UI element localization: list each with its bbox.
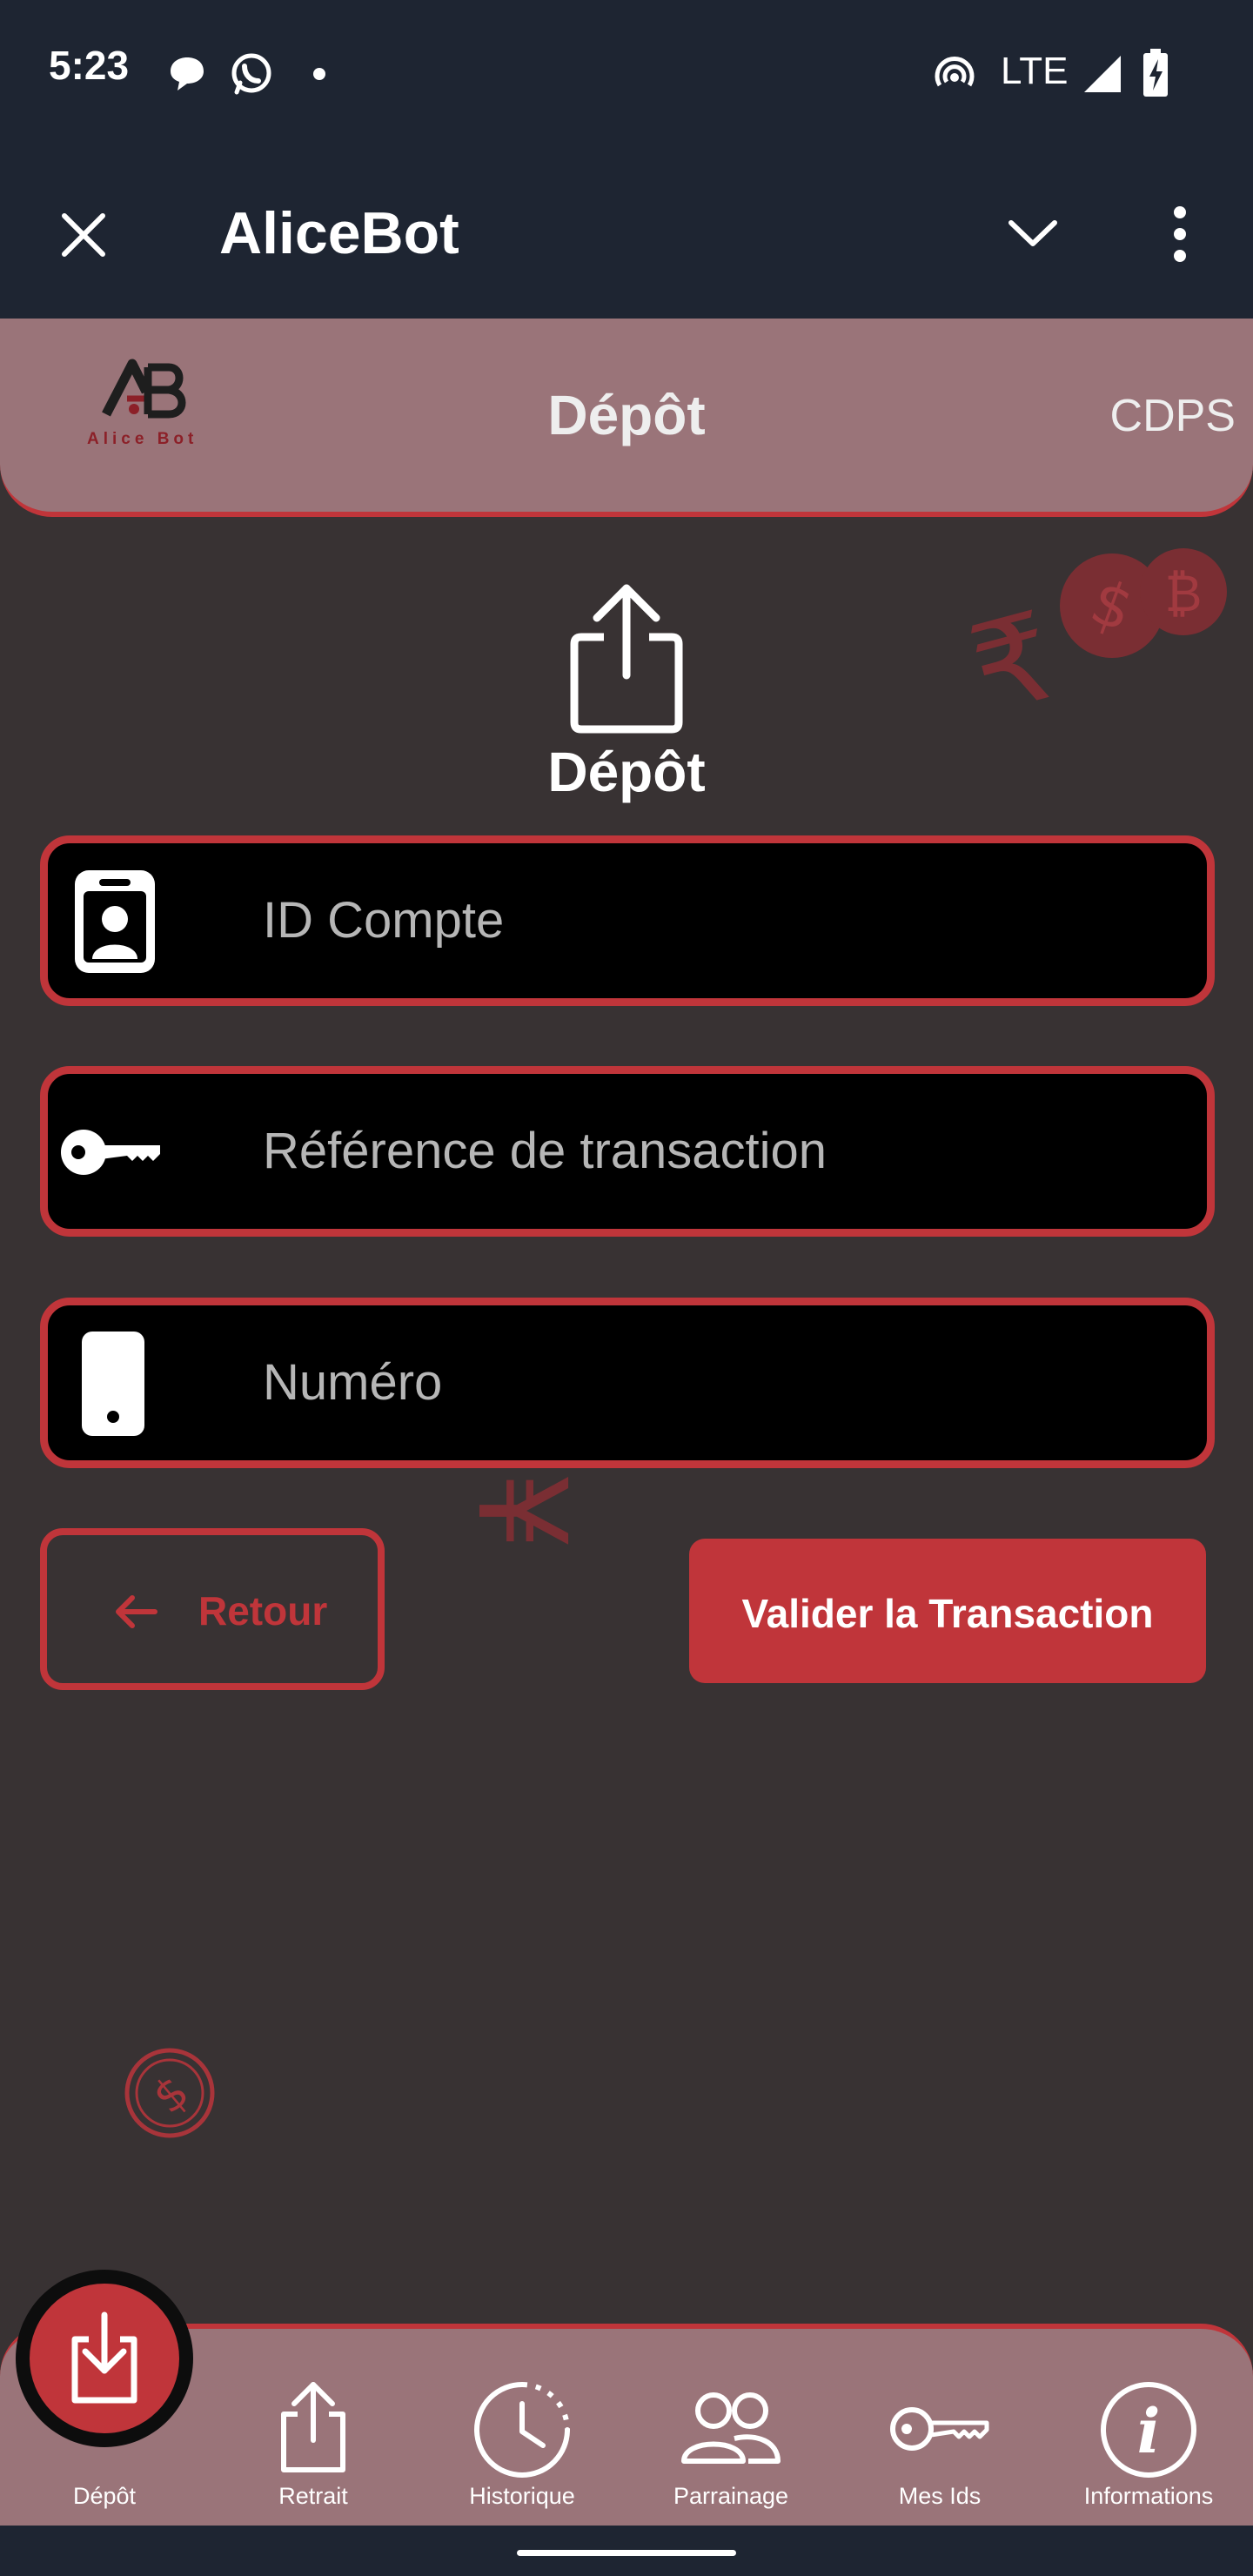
svg-text:¥: ¥ <box>450 1472 580 1549</box>
phone-icon <box>82 1332 144 1436</box>
download-icon <box>71 2311 137 2404</box>
account-id-field[interactable] <box>40 835 1215 1006</box>
transaction-reference-placeholder: Référence de transaction <box>263 1123 828 1179</box>
share-upload-icon <box>570 584 683 734</box>
phone-number-field[interactable] <box>40 1298 1215 1468</box>
gesture-handle[interactable] <box>517 2550 736 2556</box>
account-id-placeholder: ID Compte <box>263 892 505 949</box>
people-icon[interactable] <box>679 2388 783 2468</box>
chat-bubble-icon <box>171 57 204 91</box>
back-button-label: Retour <box>198 1588 328 1633</box>
more-vert-icon[interactable] <box>1164 204 1196 265</box>
battery-charging-icon <box>1143 49 1168 97</box>
nav-label-parrainage[interactable]: Parrainage <box>626 2485 835 2508</box>
info-icon[interactable]: i <box>1098 2379 1199 2480</box>
alicebot-logo <box>102 359 186 419</box>
nav-label-historique[interactable]: Historique <box>418 2485 626 2508</box>
nav-label-informations[interactable]: Informations <box>1044 2485 1253 2508</box>
section-title: Dépôt <box>547 741 706 803</box>
dollar-coin-decoration-icon: $ <box>124 2048 215 2138</box>
phone-number-placeholder: Numéro <box>263 1354 443 1411</box>
dot-icon <box>313 68 325 80</box>
svg-text:$: $ <box>144 2066 199 2124</box>
close-icon[interactable] <box>57 209 110 261</box>
status-time: 5:23 <box>49 43 130 88</box>
key-icon <box>61 1130 160 1175</box>
logo-text: Alice Bot <box>87 430 198 448</box>
nav-label-retrait[interactable]: Retrait <box>209 2485 418 2508</box>
id-badge-icon <box>75 870 155 973</box>
upload-icon[interactable] <box>275 2379 352 2475</box>
key-icon[interactable] <box>888 2402 992 2456</box>
hotspot-icon <box>935 57 975 87</box>
nav-label-mes-ids[interactable]: Mes Ids <box>835 2485 1044 2508</box>
app-title: AliceBot <box>219 200 459 266</box>
clock-icon[interactable] <box>470 2379 574 2480</box>
arrow-left-icon <box>116 1595 157 1628</box>
currency-decoration-icon: $ ₿ ₹ <box>957 548 1227 743</box>
signal-icon <box>1084 56 1121 92</box>
chevron-down-icon[interactable] <box>1006 214 1060 252</box>
network-label: LTE <box>1001 50 1069 92</box>
nav-label-depot: Dépôt <box>72 2483 137 2509</box>
svg-text:₿: ₿ <box>1165 564 1203 623</box>
header-right-label: CDPS <box>1109 391 1236 441</box>
app-bar <box>0 146 1253 319</box>
svg-text:i: i <box>1137 2395 1161 2467</box>
validate-transaction-label: Valider la Transaction <box>741 1591 1154 1636</box>
svg-text:₹: ₹ <box>957 586 1069 743</box>
header-title: Dépôt <box>547 384 706 446</box>
whatsapp-icon <box>231 53 271 95</box>
